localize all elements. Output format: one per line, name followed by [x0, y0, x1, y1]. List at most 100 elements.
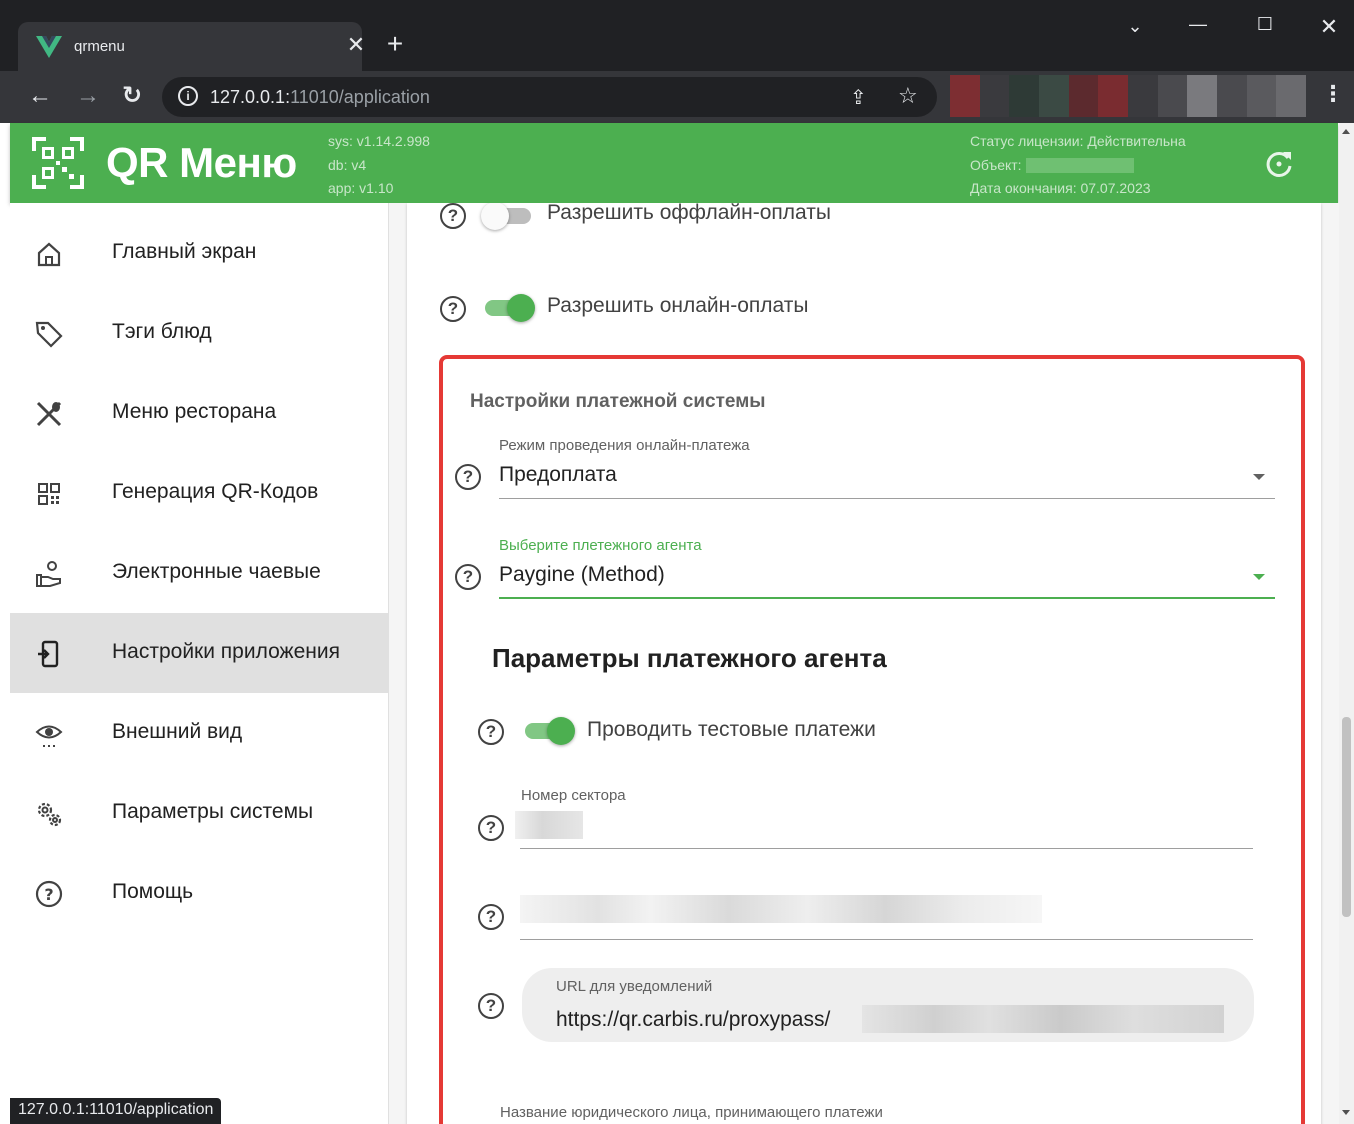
payment-system-title: Настройки платежной системы	[470, 391, 766, 412]
tab-title: qrmenu	[74, 38, 125, 55]
object-row: Объект:	[970, 154, 1186, 178]
main-content: ? Разрешить оффлайн-оплаты ? Разрешить о…	[389, 203, 1339, 1124]
browser-status-url: 127.0.0.1:11010/application	[10, 1098, 222, 1124]
app-logo-text: QR Меню	[106, 139, 297, 186]
tip-hand-icon	[36, 561, 61, 587]
sidebar-item-label: Тэги блюд	[112, 320, 212, 343]
browser-tab[interactable]: qrmenu ✕	[18, 22, 365, 71]
license-expiry: Дата окончания: 07.07.2023	[970, 180, 1151, 196]
browser-toolbar: ← → ↻ i 127.0.0.1:11010/application ⇪ ☆ …	[0, 71, 1354, 123]
sidebar-item-tags[interactable]: Тэги блюд	[10, 293, 389, 373]
bookmark-star-icon[interactable]: ☆	[898, 83, 918, 109]
sidebar-item-label: Параметры системы	[112, 800, 314, 823]
sidebar-item-app-settings[interactable]: Настройки приложения	[10, 613, 389, 693]
qr-logo-icon	[32, 137, 84, 189]
reload-icon[interactable]: ↻	[116, 81, 148, 111]
sidebar-item-label: Настройки приложения	[112, 640, 340, 663]
app-version: app: v1.10	[328, 180, 394, 196]
sidebar-item-label: Электронные чаевые	[112, 560, 321, 583]
help-icon[interactable]: ?	[478, 993, 504, 1019]
notify-url-label: URL для уведомлений	[556, 978, 713, 995]
object-value-redacted	[1025, 158, 1134, 174]
window-close-icon[interactable]: ✕	[1314, 14, 1344, 40]
sidebar-item-home[interactable]: Главный экран	[10, 213, 389, 293]
payment-agent-underline	[499, 597, 1275, 599]
sidebar-item-label: Главный экран	[112, 240, 257, 263]
offline-payments-label: Разрешить оффлайн-оплаты	[547, 203, 831, 224]
sidebar-item-tips[interactable]: Электронные чаевые	[10, 533, 389, 613]
forward-icon[interactable]: →	[72, 81, 104, 111]
help-icon[interactable]: ?	[478, 719, 504, 745]
sidebar-item-system-params[interactable]: Параметры системы	[10, 773, 389, 853]
app-header: QR Меню sys: v1.14.2.998 db: v4 app: v1.…	[10, 123, 1338, 203]
home-icon	[37, 242, 61, 267]
eye-icon	[35, 725, 63, 747]
minimize-icon[interactable]: —	[1183, 14, 1213, 35]
help-icon[interactable]: ?	[440, 203, 466, 229]
notify-url-field[interactable]: URL для уведомлений https://qr.carbis.ru…	[522, 968, 1254, 1042]
settings-card: ? Разрешить оффлайн-оплаты ? Разрешить о…	[407, 203, 1321, 1124]
help-icon[interactable]: ?	[478, 815, 504, 841]
sidebar-item-help[interactable]: ? Помощь	[10, 853, 389, 933]
offline-payments-toggle[interactable]	[481, 203, 535, 230]
sidebar-item-qr-generation[interactable]: Генерация QR-Кодов	[10, 453, 389, 533]
help-icon: ?	[35, 880, 63, 908]
help-icon[interactable]: ?	[478, 904, 504, 930]
back-icon[interactable]: ←	[24, 81, 56, 111]
page-scrollbar[interactable]	[1339, 123, 1354, 1124]
sidebar-item-label: Генерация QR-Кодов	[112, 480, 319, 503]
chevron-down-icon[interactable]	[1253, 474, 1265, 480]
sidebar-item-label: Меню ресторана	[112, 400, 277, 423]
scroll-up-icon[interactable]	[1342, 129, 1350, 134]
browser-menu-icon[interactable]: ⋮	[1322, 81, 1344, 107]
payment-agent-select[interactable]: Paygine (Method)	[499, 563, 665, 587]
payment-agent-label: Выберите плетежного агента	[499, 537, 702, 554]
payment-mode-underline	[499, 498, 1275, 499]
sidebar-item-appearance[interactable]: Внешний вид	[10, 693, 389, 773]
db-version: db: v4	[328, 156, 367, 173]
secret-field-redacted[interactable]	[520, 895, 1042, 923]
sys-version: sys: v1.14.2.998	[328, 133, 430, 149]
share-icon[interactable]: ⇪	[850, 85, 867, 110]
sector-number-redacted[interactable]	[515, 811, 583, 839]
browser-tabstrip: qrmenu ✕ + ⌄ — ☐ ✕	[0, 0, 1354, 71]
svg-text:?: ?	[44, 885, 53, 904]
license-info: Статус лицензии: Действительна Объект: Д…	[970, 130, 1186, 201]
sidebar-item-label: Помощь	[112, 880, 194, 903]
scroll-down-icon[interactable]	[1342, 1110, 1350, 1115]
tab-search-icon[interactable]: ⌄	[1120, 16, 1150, 37]
test-payments-toggle[interactable]	[521, 715, 575, 745]
online-payments-label: Разрешить онлайн-оплаты	[547, 294, 809, 317]
license-status: Статус лицензии: Действительна	[970, 133, 1186, 149]
tab-close-icon[interactable]: ✕	[344, 34, 368, 56]
refresh-license-icon[interactable]	[1264, 149, 1294, 179]
new-tab-icon[interactable]: +	[381, 28, 409, 60]
notify-url-value[interactable]: https://qr.carbis.ru/proxypass/	[556, 1008, 830, 1032]
version-info: sys: v1.14.2.998 db: v4 app: v1.10	[328, 130, 430, 201]
chevron-down-icon[interactable]	[1253, 574, 1265, 580]
help-icon[interactable]: ?	[440, 296, 466, 322]
vue-logo-icon	[36, 36, 62, 58]
qr-code-icon	[38, 483, 60, 505]
test-payments-label: Проводить тестовые платежи	[587, 718, 876, 741]
legal-entity-label: Название юридического лица, принимающего…	[500, 1104, 883, 1121]
agent-params-title: Параметры платежного агента	[492, 643, 887, 673]
site-info-icon[interactable]: i	[178, 86, 198, 106]
help-icon[interactable]: ?	[455, 464, 481, 490]
help-icon[interactable]: ?	[455, 564, 481, 590]
secret-underline	[520, 939, 1253, 940]
sidebar: Главный экран Тэги блюд Меню ресторана Г…	[10, 203, 389, 1124]
scrollbar-thumb[interactable]	[1342, 717, 1351, 917]
app-settings-icon	[38, 640, 59, 668]
sector-number-label: Номер сектора	[521, 787, 626, 804]
address-url: 127.0.0.1:11010/application	[210, 87, 430, 107]
sidebar-item-restaurant-menu[interactable]: Меню ресторана	[10, 373, 389, 453]
payment-mode-select[interactable]: Предоплата	[499, 463, 617, 487]
maximize-icon[interactable]: ☐	[1250, 14, 1280, 35]
address-bar[interactable]: i 127.0.0.1:11010/application ⇪ ☆	[162, 77, 937, 117]
cutlery-icon	[36, 401, 62, 427]
notify-url-redacted	[862, 1005, 1224, 1033]
sidebar-item-label: Внешний вид	[112, 720, 243, 743]
online-payments-toggle[interactable]	[481, 292, 535, 322]
payment-mode-label: Режим проведения онлайн-платежа	[499, 437, 750, 454]
